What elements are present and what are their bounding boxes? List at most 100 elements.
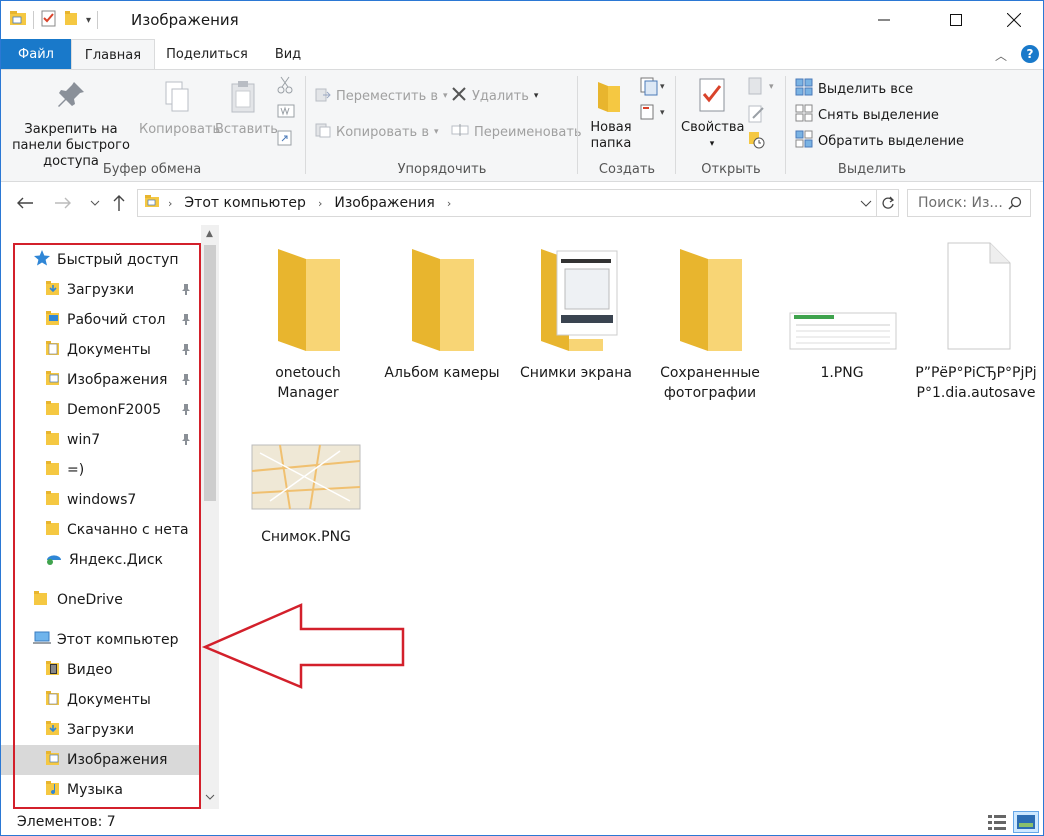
location-folder-icon [144,194,160,212]
ribbon: Закрепить на панели быстрого доступа Коп… [1,69,1043,182]
breadcrumb-chevron-icon[interactable]: › [447,197,451,210]
map-thumbnail-icon [250,444,362,519]
scrollbar-thumb[interactable] [204,245,216,501]
file-item-folder[interactable]: Снимки экрана [513,241,639,383]
open-with-icon[interactable]: ▾ [747,76,779,100]
copy-to-icon [315,122,331,142]
move-to-button[interactable]: Переместить в ▾ [315,86,448,106]
file-item-folder[interactable]: Альбом камеры [379,241,505,383]
divider [33,11,34,29]
refresh-icon[interactable] [876,190,898,216]
properties-icon [681,76,743,116]
minimize-button[interactable] [861,1,907,39]
rename-icon [451,122,469,142]
file-list: onetouch Manager Альбом камеры Снимки эк… [223,225,1043,809]
invert-selection-button[interactable]: Обратить выделение [795,130,964,152]
select-all-icon [795,78,813,100]
group-open: Свойства ▾ ▾ Открыть [677,70,785,182]
scroll-up-icon[interactable]: ▲ [206,229,213,239]
divider [97,11,99,29]
new-folder-qat-icon[interactable] [64,10,80,30]
file-item-folder[interactable]: Сохраненные фотографии [647,241,773,403]
pin-quick-access-button[interactable]: Закрепить на панели быстрого доступа [5,80,137,170]
back-button[interactable] [13,191,37,215]
properties-dropdown-icon[interactable]: ▾ [681,136,743,152]
up-button[interactable] [107,191,131,215]
address-dropdown-icon[interactable] [860,196,872,212]
copy-button[interactable]: Копировать [139,80,220,138]
divider [785,76,786,174]
help-icon[interactable]: ? [1021,45,1039,63]
breadcrumb-this-pc[interactable]: Этот компьютер [184,195,306,211]
delete-x-icon [451,86,467,106]
tab-file[interactable]: Файл [1,39,71,69]
paste-shortcut-icon[interactable] [277,128,293,150]
close-button[interactable] [991,1,1037,39]
svg-text:▾: ▾ [660,108,665,118]
group-organize: Переместить в ▾ Копировать в ▾ Удалить ▾ Пе… [307,70,582,182]
breadcrumb-chevron-icon[interactable]: › [168,197,172,210]
address-row: › Этот компьютер › Изображения › Поиск: … [1,183,1043,223]
file-item-image[interactable]: Снимок.PNG [243,441,369,547]
folder-icon [670,249,750,355]
large-icons-view-icon[interactable] [1013,811,1039,833]
file-item-image[interactable]: 1.PNG [779,241,905,383]
copy-to-button[interactable]: Копировать в ▾ [315,122,439,142]
rename-button[interactable]: Переименовать [451,122,582,142]
edit-icon[interactable] [747,104,767,128]
history-icon[interactable] [747,130,767,154]
group-label-open: Открыть [701,162,761,177]
new-folder-icon [583,78,635,116]
png-thumbnail-icon [786,312,898,355]
folder-with-screenshot-icon [531,249,621,355]
nav-scrollbar[interactable]: ▲ [201,225,219,809]
group-clipboard: Закрепить на панели быстрого доступа Коп… [1,70,303,182]
quick-access-toolbar: ▾ [9,9,99,31]
search-input[interactable]: Поиск: Из... [907,189,1031,217]
maximize-button[interactable] [933,1,979,39]
recent-locations-icon[interactable] [83,191,107,215]
properties-button[interactable]: Свойства ▾ [681,76,745,152]
forward-button[interactable] [51,191,75,215]
svg-text:▾: ▾ [769,82,774,92]
breadcrumb-pictures[interactable]: Изображения [334,195,434,211]
breadcrumb-chevron-icon[interactable]: › [318,197,322,210]
status-bar: Элементов: 7 [1,809,1043,835]
tab-home[interactable]: Главная [71,39,155,70]
new-item-icon[interactable]: ▾ [639,76,667,100]
cut-icon[interactable] [277,76,293,98]
item-count: Элементов: 7 [17,814,116,830]
group-label-organize: Упорядочить [397,162,487,177]
group-create: Новая папка ▾ ▾ Создать [579,70,675,182]
file-item-folder[interactable]: onetouch Manager [245,241,371,403]
paste-button[interactable]: Вставить [215,80,278,138]
folder-app-icon [9,10,27,30]
folder-icon [268,249,348,355]
easy-access-icon[interactable]: ▾ [639,102,667,126]
pin-icon [5,80,137,114]
details-view-icon[interactable] [987,813,1007,835]
group-label-clipboard: Буфер обмена [102,162,202,177]
tab-share[interactable]: Поделиться [159,39,255,69]
select-none-button[interactable]: Снять выделение [795,104,939,126]
explorer-window: ▾ Изображения Файл Главная Поделиться Ви… [0,0,1044,836]
address-bar[interactable]: › Этот компьютер › Изображения › [137,189,899,217]
delete-button[interactable]: Удалить ▾ [451,86,538,106]
new-folder-button[interactable]: Новая папка [583,78,635,152]
group-label-select: Выделить [837,162,907,177]
folder-icon [402,249,482,355]
select-all-button[interactable]: Выделить все [795,78,913,100]
annotation-arrow-icon [201,603,405,689]
file-item-document[interactable]: Р”РёР°РіСЂР°РјРјР°1.dia.autosave [911,241,1041,403]
collapse-ribbon-icon[interactable]: ︿ [995,47,1007,64]
divider [305,76,306,174]
tab-view[interactable]: Вид [263,39,313,69]
group-select: Выделить все Снять выделение Обратить вы… [787,70,964,182]
search-icon [1008,196,1022,214]
scroll-down-icon[interactable] [205,790,215,805]
move-to-icon [315,86,331,106]
copy-path-icon[interactable] [277,104,295,122]
properties-check-icon[interactable] [40,9,58,31]
group-label-create: Создать [598,162,656,177]
qat-dropdown-icon[interactable]: ▾ [86,15,91,26]
